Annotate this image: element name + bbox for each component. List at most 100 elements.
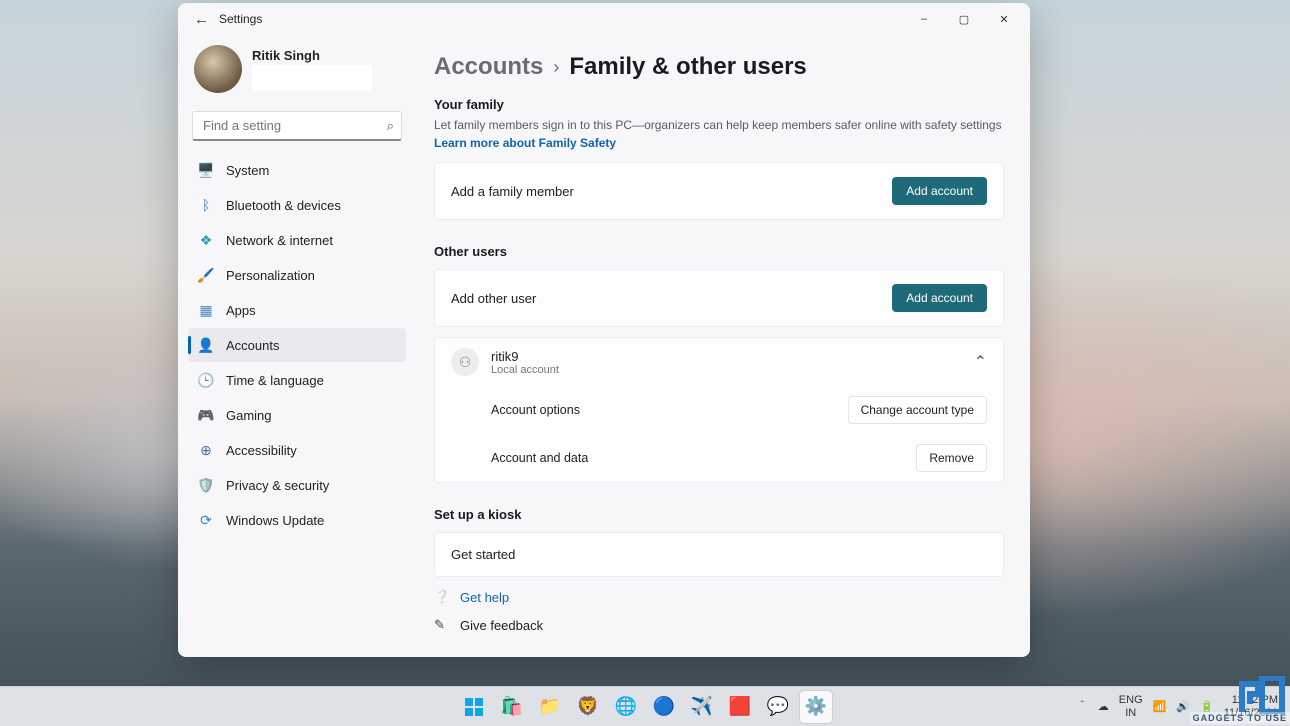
nav-label: Apps [226,303,256,318]
tray-lang-line2: IN [1119,707,1143,719]
nav-icon: 🎮 [198,407,214,423]
get-help-row[interactable]: ❔ Get help [434,589,1004,605]
settings-window: ← Settings – ▢ ✕ Ritik Singh ⌕ 🖥️Systemᛒ… [178,3,1030,657]
nav-icon: 👤 [198,337,214,353]
nav-label: Bluetooth & devices [226,198,341,213]
taskbar-app-edge[interactable]: 🔵 [648,691,680,723]
main-content: Accounts › Family & other users Your fam… [416,35,1030,657]
family-section-desc: Let family members sign in to this PC—or… [434,116,1004,152]
watermark-logo [1238,676,1286,714]
nav-icon: 🛡️ [198,477,214,493]
tray-wifi-icon[interactable]: 📶 [1153,700,1167,713]
add-other-user-label: Add other user [451,291,536,306]
nav-icon: 🖥️ [198,162,214,178]
other-user-header[interactable]: ⚇ ritik9 Local account ⌃ [435,338,1003,386]
account-data-row: Account and data Remove [435,434,1003,482]
nav-icon: ▦ [198,302,214,318]
nav-label: Windows Update [226,513,324,528]
kiosk-section-title: Set up a kiosk [434,507,1004,522]
tray-language[interactable]: ENG IN [1119,694,1143,718]
taskbar-app-1[interactable]: 🛍️ [496,691,528,723]
nav-label: Network & internet [226,233,333,248]
breadcrumb: Accounts › Family & other users [434,53,1004,81]
sidebar-item-windows-update[interactable]: ⟳Windows Update [188,503,406,537]
user-email-redacted [252,65,372,91]
chevron-right-icon: › [553,57,559,78]
chevron-up-icon: ⌃ [974,352,987,372]
sidebar-item-gaming[interactable]: 🎮 Gaming [188,398,406,432]
family-desc-text: Let family members sign in to this PC—or… [434,118,1002,132]
sidebar-item-privacy-security[interactable]: 🛡️ Privacy & security [188,468,406,502]
user-profile[interactable]: Ritik Singh [188,39,406,103]
other-users-title: Other users [434,244,1004,259]
tray-chevron-icon[interactable]: ＾ [1077,699,1088,715]
breadcrumb-current: Family & other users [569,53,806,81]
taskbar: 🛍️ 📁 🦁 🌐 🔵 ✈️ 🟥 💬 ⚙️ ＾ ☁ ENG IN 📶 🔊 🔋 11… [0,686,1290,726]
feedback-icon: ✎ [434,617,450,633]
learn-more-link[interactable]: Learn more about Family Safety [434,136,616,150]
add-other-user-button[interactable]: Add account [892,284,987,312]
sidebar-item-apps[interactable]: ▦ Apps [188,293,406,327]
remove-account-button[interactable]: Remove [916,444,987,472]
watermark-text: GADGETS TO USE [1190,712,1290,724]
taskbar-pinned-apps: 🛍️ 📁 🦁 🌐 🔵 ✈️ 🟥 💬 ⚙️ [458,691,832,723]
taskbar-app-explorer[interactable]: 📁 [534,691,566,723]
change-account-type-button[interactable]: Change account type [848,396,987,424]
person-icon: ⚇ [451,348,479,376]
nav-icon: 🖌️ [198,267,214,283]
nav-label: Gaming [226,408,272,423]
nav-icon: ᛒ [198,197,214,213]
account-options-label: Account options [491,403,580,417]
taskbar-app-hangouts[interactable]: 💬 [762,691,794,723]
add-family-card: Add a family member Add account [434,162,1004,220]
account-options-row: Account options Change account type [435,386,1003,434]
give-feedback-row[interactable]: ✎ Give feedback [434,617,1004,633]
sidebar-item-accounts[interactable]: 👤Accounts [188,328,406,362]
nav-icon: ⊕ [198,442,214,458]
kiosk-get-started-label: Get started [451,547,515,562]
taskbar-app-zoho[interactable]: 🟥 [724,691,756,723]
search-input[interactable] [192,111,402,141]
sidebar-item-personalization[interactable]: 🖌️ Personalization [188,258,406,292]
search-icon: ⌕ [387,118,394,134]
nav-icon: 🕒 [198,372,214,388]
other-user-type: Local account [491,364,559,376]
sidebar: Ritik Singh ⌕ 🖥️System ᛒ Bluetooth & devic… [178,35,416,657]
back-button[interactable]: ← [194,11,209,28]
nav-label: Personalization [226,268,315,283]
sidebar-item-accessibility[interactable]: ⊕ Accessibility [188,433,406,467]
tray-onedrive-icon[interactable]: ☁ [1098,700,1109,713]
avatar [194,45,242,93]
nav-label: Privacy & security [226,478,329,493]
family-section-title: Your family [434,97,1004,112]
taskbar-app-brave[interactable]: 🦁 [572,691,604,723]
taskbar-app-telegram[interactable]: ✈️ [686,691,718,723]
sidebar-item-time-language[interactable]: 🕒 Time & language [188,363,406,397]
maximize-button[interactable]: ▢ [944,5,984,33]
add-family-button[interactable]: Add account [892,177,987,205]
user-name: Ritik Singh [252,48,372,63]
tray-lang-line1: ENG [1119,694,1143,706]
get-help-link[interactable]: Get help [460,590,509,605]
tray-volume-icon[interactable]: 🔊 [1176,700,1190,713]
kiosk-card[interactable]: Get started [434,532,1004,577]
add-other-user-card: Add other user Add account [434,269,1004,327]
minimize-button[interactable]: – [904,5,944,33]
nav-label: Accessibility [226,443,297,458]
close-button[interactable]: ✕ [984,5,1024,33]
nav-list: 🖥️System ᛒ Bluetooth & devices ❖ Network & i… [188,153,406,537]
sidebar-item-bluetooth-devices[interactable]: ᛒ Bluetooth & devices [188,188,406,222]
taskbar-app-settings[interactable]: ⚙️ [800,691,832,723]
titlebar: ← Settings – ▢ ✕ [178,3,1030,35]
give-feedback-link[interactable]: Give feedback [460,618,543,633]
nav-icon: ❖ [198,232,214,248]
sidebar-item-system[interactable]: 🖥️System [188,153,406,187]
help-icon: ❔ [434,589,450,605]
breadcrumb-parent[interactable]: Accounts [434,53,543,81]
add-family-label: Add a family member [451,184,574,199]
other-user-expanded-card: ⚇ ritik9 Local account ⌃ Account options… [434,337,1004,483]
taskbar-app-chrome[interactable]: 🌐 [610,691,642,723]
sidebar-item-network-internet[interactable]: ❖ Network & internet [188,223,406,257]
nav-label: Time & language [226,373,324,388]
start-button[interactable] [458,691,490,723]
